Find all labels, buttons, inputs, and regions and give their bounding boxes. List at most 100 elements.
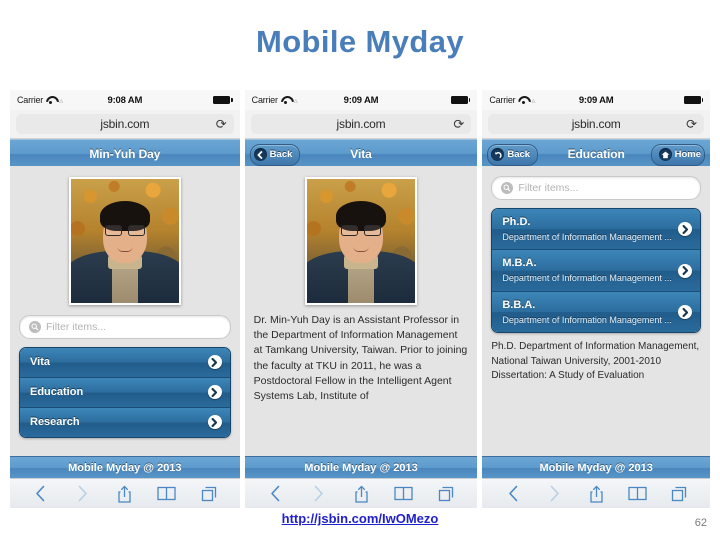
list-item-subtitle: Department of Information Management ...	[502, 314, 672, 325]
bookmarks-icon[interactable]	[391, 483, 417, 505]
reload-icon[interactable]: ⟳	[216, 118, 227, 131]
app-header-title: Education	[567, 147, 625, 161]
bookmarks-icon[interactable]	[154, 483, 180, 505]
list-item-title: Research	[30, 415, 80, 428]
list-item[interactable]: M.B.A. Department of Information Managem…	[492, 250, 700, 292]
chevron-right-icon	[207, 385, 222, 400]
app-header-title: Min-Yuh Day	[89, 147, 161, 161]
clock-label: 9:09 AM	[578, 94, 614, 106]
search-icon	[501, 182, 514, 194]
list-item-title: Vita	[30, 356, 50, 368]
browser-toolbar	[244, 478, 478, 508]
filter-placeholder: Filter items...	[46, 321, 107, 333]
app-body: Filter items... Vita Education Research	[10, 166, 240, 457]
share-icon[interactable]	[112, 483, 138, 505]
browser-url-bar[interactable]: jsbin.com ⟳	[10, 110, 240, 139]
list-item-subtitle: Department of Information Management ...	[502, 273, 672, 284]
browser-toolbar	[10, 478, 240, 508]
list-item-title: B.B.A.	[502, 298, 536, 311]
list-item[interactable]: B.B.A. Department of Information Managem…	[492, 291, 700, 333]
list-item-title: M.B.A.	[502, 257, 537, 270]
list-item[interactable]: Education	[20, 377, 230, 408]
phone-screenshot-1: Carrier ▵ 9:08 AM jsbin.com ⟳ Min-Yuh Da…	[10, 90, 240, 508]
list-item-subtitle: Department of Information Management ...	[502, 231, 672, 242]
app-footer-text: Mobile Myday @ 2013	[539, 462, 653, 474]
app-footer: Mobile Myday @ 2013	[10, 456, 240, 479]
bookmarks-icon[interactable]	[625, 483, 651, 505]
app-body: Filter items... Ph.D. Department of Info…	[482, 166, 710, 457]
back-icon[interactable]	[28, 483, 54, 505]
education-list: Ph.D. Department of Information Manageme…	[491, 208, 701, 334]
back-icon[interactable]	[263, 483, 289, 505]
home-icon	[658, 148, 672, 161]
home-button-label: Home	[674, 149, 701, 160]
forward-icon	[70, 483, 96, 505]
app-body: Dr. Min-Yuh Day is an Assistant Professo…	[244, 166, 478, 457]
chevron-left-icon	[253, 148, 267, 161]
chevron-right-icon	[207, 355, 222, 370]
back-button[interactable]: Back	[487, 143, 539, 166]
url-text: jsbin.com	[571, 117, 621, 131]
bio-paragraph: Dr. Min-Yuh Day is an Assistant Professo…	[253, 314, 468, 403]
back-icon[interactable]	[500, 483, 526, 505]
list-container: Vita Education Research	[10, 339, 240, 438]
clock-label: 9:08 AM	[107, 94, 143, 106]
photo-container	[245, 166, 478, 305]
photo-container	[10, 166, 240, 305]
app-header: Back Vita	[244, 139, 478, 169]
reload-icon[interactable]: ⟳	[453, 118, 464, 131]
share-icon[interactable]	[348, 483, 374, 505]
filter-input[interactable]: Filter items...	[19, 315, 231, 339]
chevron-right-icon	[678, 222, 692, 237]
chevron-right-icon	[678, 263, 692, 278]
filter-input[interactable]: Filter items...	[491, 176, 701, 200]
app-header: Min-Yuh Day	[10, 139, 240, 169]
share-icon[interactable]	[583, 483, 609, 505]
tabs-icon[interactable]	[666, 483, 692, 505]
page-number: 62	[694, 517, 707, 529]
forward-icon	[542, 483, 568, 505]
list-item-title: Education	[30, 385, 84, 398]
search-icon	[29, 321, 41, 333]
nav-list: Vita Education Research	[19, 347, 231, 438]
url-field[interactable]: jsbin.com ⟳	[250, 114, 472, 134]
status-bar: Carrier ▵ 9:09 AM	[482, 90, 710, 110]
reload-icon[interactable]: ⟳	[686, 118, 697, 131]
status-bar: Carrier ▵ 9:09 AM	[244, 90, 478, 110]
filter-placeholder: Filter items...	[518, 182, 579, 194]
list-item[interactable]: Ph.D. Department of Information Manageme…	[492, 209, 700, 251]
home-button[interactable]: Home	[650, 143, 705, 166]
back-button[interactable]: Back	[249, 143, 301, 166]
url-field[interactable]: jsbin.com ⟳	[16, 114, 234, 134]
browser-url-bar[interactable]: jsbin.com ⟳	[244, 110, 478, 139]
source-link[interactable]: http://jsbin.com/IwOMezo	[0, 511, 720, 526]
app-footer-text: Mobile Myday @ 2013	[68, 462, 182, 474]
filter-container: Filter items...	[482, 166, 710, 200]
status-bar: Carrier ▵ 9:08 AM	[10, 90, 240, 110]
app-header: Back Education Home	[482, 139, 710, 169]
portrait-photo	[68, 177, 181, 305]
browser-toolbar	[482, 478, 710, 508]
browser-url-bar[interactable]: jsbin.com ⟳	[482, 110, 710, 139]
clock-label: 9:09 AM	[343, 94, 379, 106]
filter-container: Filter items...	[10, 305, 240, 339]
list-item[interactable]: Vita	[20, 348, 230, 378]
phone-screenshots-row: Carrier ▵ 9:08 AM jsbin.com ⟳ Min-Yuh Da…	[10, 90, 710, 508]
phone-screenshot-3: Carrier ▵ 9:09 AM jsbin.com ⟳ Back Educa…	[482, 90, 710, 508]
url-text: jsbin.com	[336, 117, 386, 131]
tabs-icon[interactable]	[433, 483, 459, 505]
list-container: Ph.D. Department of Information Manageme…	[482, 200, 710, 334]
app-footer-text: Mobile Myday @ 2013	[304, 462, 418, 474]
url-field[interactable]: jsbin.com ⟳	[488, 114, 704, 134]
app-footer: Mobile Myday @ 2013	[244, 456, 478, 479]
back-button-label: Back	[507, 149, 531, 160]
app-header-title: Vita	[350, 147, 372, 161]
tabs-icon[interactable]	[196, 483, 222, 505]
phone-screenshot-2: Carrier ▵ 9:09 AM jsbin.com ⟳ Back Vita …	[244, 90, 478, 508]
portrait-photo	[305, 177, 417, 305]
list-item[interactable]: Research	[20, 407, 230, 437]
chevron-right-icon	[678, 305, 692, 320]
slide: Mobile Myday Carrier ▵ 9:08 AM jsbin.com…	[0, 0, 720, 540]
chevron-right-icon	[207, 415, 222, 430]
back-button-label: Back	[269, 149, 293, 160]
